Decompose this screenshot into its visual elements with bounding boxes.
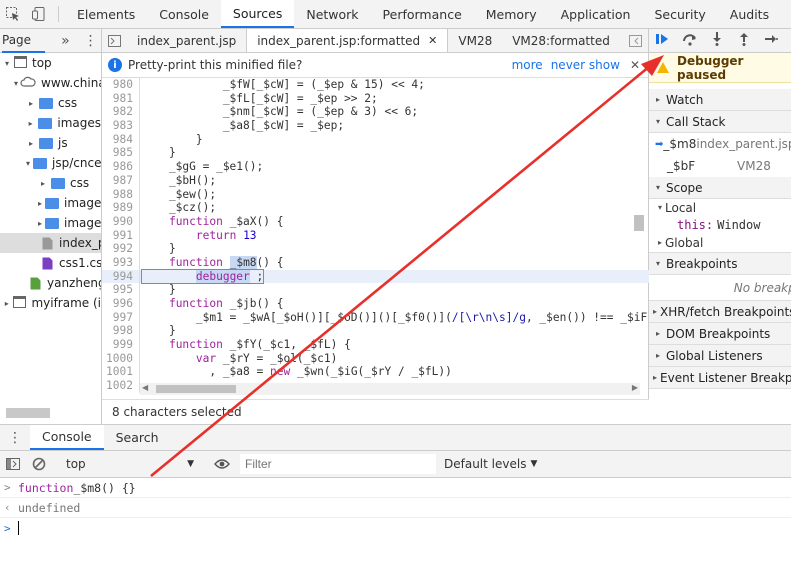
annotation-arrow-icon <box>150 55 664 478</box>
